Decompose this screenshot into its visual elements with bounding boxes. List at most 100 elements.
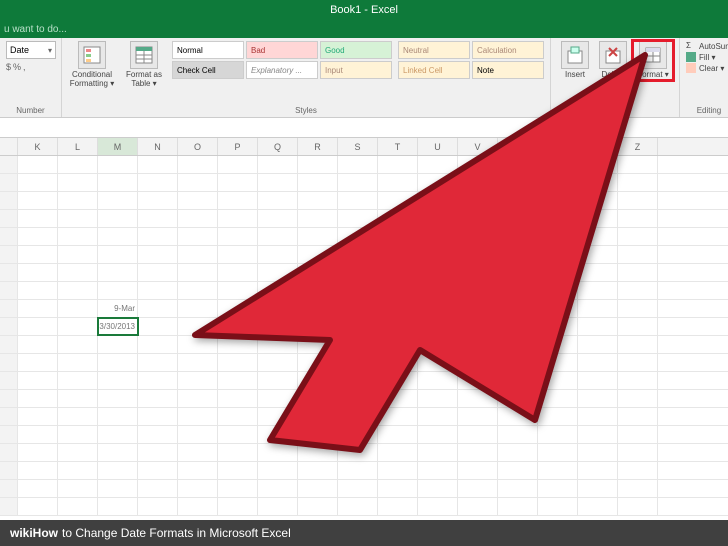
cell[interactable] <box>418 228 458 245</box>
cell[interactable] <box>298 228 338 245</box>
cell[interactable] <box>58 318 98 335</box>
cell[interactable] <box>218 300 258 317</box>
cell[interactable] <box>418 282 458 299</box>
cell[interactable] <box>538 480 578 497</box>
cell[interactable] <box>258 210 298 227</box>
cell[interactable] <box>578 174 618 191</box>
cell[interactable] <box>98 174 138 191</box>
column-header-Z[interactable]: Z <box>618 138 658 155</box>
cell[interactable] <box>98 192 138 209</box>
percent-icon[interactable]: % <box>13 62 21 72</box>
cell[interactable] <box>98 390 138 407</box>
cell[interactable] <box>538 462 578 479</box>
style-input[interactable]: Input <box>320 61 392 79</box>
cell[interactable] <box>98 498 138 515</box>
cell[interactable] <box>218 390 258 407</box>
cell[interactable] <box>618 282 658 299</box>
cell[interactable] <box>18 408 58 425</box>
cell[interactable] <box>178 156 218 173</box>
cell[interactable] <box>218 462 258 479</box>
cell[interactable] <box>178 390 218 407</box>
cell[interactable] <box>138 192 178 209</box>
cell[interactable] <box>138 426 178 443</box>
cell[interactable] <box>18 372 58 389</box>
cell[interactable] <box>138 246 178 263</box>
format-as-table-button[interactable]: Format as Table ▾ <box>120 41 168 89</box>
cell[interactable] <box>498 318 538 335</box>
cell[interactable] <box>298 156 338 173</box>
style-bad[interactable]: Bad <box>246 41 318 59</box>
cell[interactable] <box>338 390 378 407</box>
cell[interactable] <box>498 210 538 227</box>
cell[interactable] <box>578 192 618 209</box>
cell[interactable] <box>218 426 258 443</box>
cell[interactable] <box>58 444 98 461</box>
cell[interactable] <box>178 282 218 299</box>
cell[interactable] <box>458 498 498 515</box>
cell[interactable] <box>138 210 178 227</box>
cell[interactable] <box>498 408 538 425</box>
cell[interactable] <box>538 498 578 515</box>
cell[interactable] <box>178 408 218 425</box>
cell[interactable] <box>578 462 618 479</box>
cell[interactable] <box>138 498 178 515</box>
cell[interactable] <box>178 462 218 479</box>
cell[interactable] <box>178 336 218 353</box>
cell[interactable] <box>298 480 338 497</box>
cell[interactable] <box>98 372 138 389</box>
cell[interactable] <box>178 192 218 209</box>
cell[interactable] <box>18 174 58 191</box>
cell[interactable] <box>418 300 458 317</box>
style-linked-cell[interactable]: Linked Cell <box>398 61 470 79</box>
cell[interactable] <box>418 498 458 515</box>
cell[interactable] <box>618 480 658 497</box>
cell[interactable] <box>98 462 138 479</box>
cell[interactable] <box>98 408 138 425</box>
cell[interactable] <box>538 300 578 317</box>
cell[interactable] <box>498 300 538 317</box>
cell[interactable] <box>418 444 458 461</box>
cell[interactable] <box>498 354 538 371</box>
cell[interactable] <box>298 336 338 353</box>
cell[interactable] <box>18 300 58 317</box>
cell[interactable] <box>258 318 298 335</box>
cell[interactable] <box>458 354 498 371</box>
cell[interactable] <box>618 156 658 173</box>
cell[interactable] <box>458 462 498 479</box>
cell[interactable] <box>338 174 378 191</box>
cell[interactable] <box>138 156 178 173</box>
cell[interactable] <box>18 228 58 245</box>
cell[interactable] <box>298 390 338 407</box>
cell[interactable] <box>618 462 658 479</box>
cell[interactable] <box>58 192 98 209</box>
cell[interactable] <box>58 426 98 443</box>
cell[interactable] <box>498 372 538 389</box>
cell[interactable] <box>218 336 258 353</box>
cell[interactable] <box>58 480 98 497</box>
cell[interactable] <box>98 210 138 227</box>
cell[interactable] <box>418 462 458 479</box>
cell[interactable] <box>338 228 378 245</box>
style-calculation[interactable]: Calculation <box>472 41 544 59</box>
cell[interactable] <box>458 192 498 209</box>
cell[interactable] <box>338 408 378 425</box>
cell[interactable] <box>138 444 178 461</box>
cell[interactable] <box>18 354 58 371</box>
cell[interactable] <box>258 228 298 245</box>
cell[interactable] <box>458 444 498 461</box>
cell[interactable] <box>58 210 98 227</box>
style-explanatory[interactable]: Explanatory ... <box>246 61 318 79</box>
cell[interactable] <box>98 336 138 353</box>
cell[interactable] <box>578 156 618 173</box>
cell[interactable] <box>418 174 458 191</box>
cell[interactable] <box>218 480 258 497</box>
column-header-Y[interactable]: Y <box>578 138 618 155</box>
cell[interactable] <box>258 174 298 191</box>
cell[interactable] <box>178 372 218 389</box>
cell[interactable] <box>618 408 658 425</box>
cell[interactable] <box>578 336 618 353</box>
cell[interactable] <box>298 246 338 263</box>
cell[interactable] <box>138 336 178 353</box>
cell[interactable] <box>18 498 58 515</box>
cell[interactable] <box>538 246 578 263</box>
